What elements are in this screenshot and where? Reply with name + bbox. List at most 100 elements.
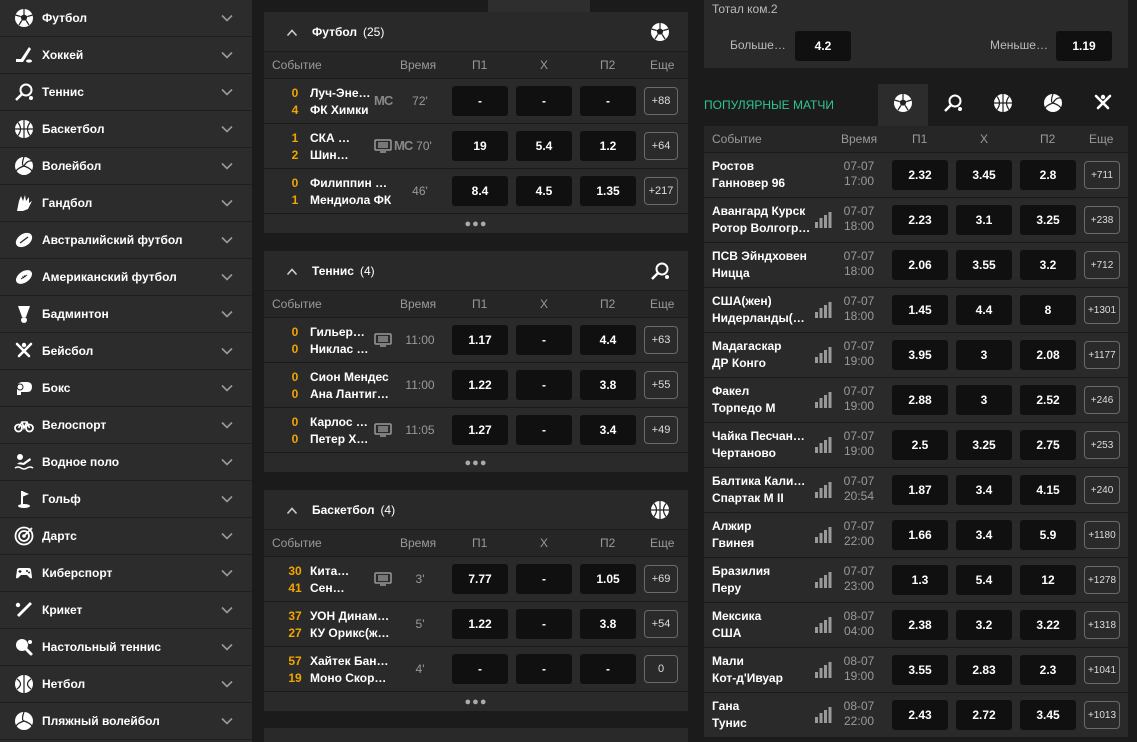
chevron-down-icon[interactable] [220,307,234,321]
popular-match-row[interactable]: Авангард Курск Ротор Волгоград 07-07 18:00 2… [704,197,1128,242]
odd-p1-button[interactable]: 7.77 [452,564,508,594]
odd-x-button[interactable]: - [516,325,572,355]
match-teams[interactable]: Ростов Ганновер 96 [712,158,834,192]
odd-p2-button[interactable]: - [580,654,636,684]
match-teams[interactable]: Балтика Кали… Спартак М II [712,473,812,507]
more-markets-button[interactable]: +63 [644,326,678,354]
popular-match-row[interactable]: Чайка Песчан… Чертаново 07-07 19:00 2.5 3.25 2… [704,422,1128,467]
section-header[interactable]: Баскетбол (4) [264,490,688,530]
chevron-down-icon[interactable] [220,196,234,210]
more-markets-button[interactable]: +1278 [1084,566,1120,594]
odd-p2-button[interactable]: 3.8 [580,370,636,400]
odd-x-button[interactable]: 3 [956,340,1012,370]
statistics-icon[interactable] [814,527,832,543]
odd-p1-button[interactable]: 2.06 [892,250,948,280]
odd-p2-button[interactable]: 2.3 [1020,655,1076,685]
odd-x-button[interactable]: 3 [956,385,1012,415]
odd-x-button[interactable]: 2.83 [956,655,1012,685]
match-teams[interactable]: УОН Динам… КУ Орикс(ж… [310,608,396,642]
odd-x-button[interactable]: - [516,609,572,639]
popular-match-row[interactable]: Алжир Гвинея 07-07 22:00 1.66 3.4 5.9 +1180 [704,512,1128,557]
match-teams[interactable]: Мексика США [712,608,812,642]
odd-p1-button[interactable]: 1.66 [892,520,948,550]
odd-p1-button[interactable]: 1.22 [452,609,508,639]
collapse-caret-icon[interactable] [286,504,298,516]
odd-x-button[interactable]: 2.72 [956,700,1012,730]
sidebar-item[interactable]: Теннис [0,74,252,111]
match-row[interactable]: 0 0 Карлос … Петер Х… 11:05 1.27-3.4 +49 [264,407,688,452]
odd-p1-button[interactable]: 1.45 [892,295,948,325]
odd-p2-button[interactable]: 1.05 [580,564,636,594]
odd-x-button[interactable]: 3.55 [956,250,1012,280]
odd-x-button[interactable]: 5.4 [516,131,572,161]
odd-p2-button[interactable]: 12 [1020,565,1076,595]
popular-match-row[interactable]: Гана Тунис 08-07 22:00 2.43 2.72 3.45 +1013 [704,692,1128,737]
more-markets-button[interactable]: +54 [644,610,678,638]
match-row[interactable]: 37 27 УОН Динам… КУ Орикс(ж… 5' 1.22-3.8 +54 [264,601,688,646]
match-row[interactable]: 0 1 Филиппин … Мендиола ФК 46' 8.4 4.5 1.35 +217 [264,168,688,213]
match-teams[interactable]: Кита… Сен… [310,563,374,597]
match-teams[interactable]: США(жен) Нидерланды(… [712,293,812,327]
match-teams[interactable]: Бразилия Перу [712,563,812,597]
chevron-down-icon[interactable] [220,677,234,691]
statistics-icon[interactable] [814,437,832,453]
more-markets-button[interactable]: +69 [644,565,678,593]
odd-x-button[interactable]: 5.4 [956,565,1012,595]
chevron-down-icon[interactable] [220,455,234,469]
odd-p1-button[interactable]: 2.5 [892,430,948,460]
more-markets-button[interactable]: +1013 [1084,701,1120,729]
collapse-caret-icon[interactable] [286,265,298,277]
odd-x-button[interactable]: - [516,654,572,684]
sidebar-item[interactable]: Бокс [0,370,252,407]
odd-p1-button[interactable]: 2.38 [892,610,948,640]
odd-x-button[interactable]: 4.4 [956,295,1012,325]
odd-x-button[interactable]: - [516,564,572,594]
section-header[interactable]: Теннис (4) [264,251,688,291]
more-markets-button[interactable]: +1301 [1084,296,1120,324]
odd-p1-button[interactable]: 2.43 [892,700,948,730]
odd-p2-button[interactable]: 2.52 [1020,385,1076,415]
more-markets-button[interactable]: +88 [644,87,678,115]
statistics-icon[interactable] [814,302,832,318]
chevron-down-icon[interactable] [220,418,234,432]
odd-p2-button[interactable]: 1.35 [580,176,636,206]
statistics-icon[interactable] [814,347,832,363]
match-teams[interactable]: ПСВ Эйндховен Ницца [712,248,834,282]
sidebar-item[interactable]: Австралийский футбол [0,222,252,259]
odd-p2-button[interactable]: 2.08 [1020,340,1076,370]
chevron-down-icon[interactable] [220,11,234,25]
statistics-icon[interactable] [814,662,832,678]
more-markets-button[interactable]: 0 [644,655,678,683]
popular-tab-tennis-racket[interactable] [928,84,978,126]
chevron-down-icon[interactable] [220,85,234,99]
odd-p1-button[interactable]: 1.22 [452,370,508,400]
more-markets-button[interactable]: +217 [644,177,678,205]
odd-p2-button[interactable]: 3.25 [1020,205,1076,235]
odd-x-button[interactable]: - [516,370,572,400]
more-markets-button[interactable]: +1180 [1084,521,1120,549]
odd-p1-button[interactable]: 1.17 [452,325,508,355]
match-teams[interactable]: Мали Кот-д'Ивуар [712,653,812,687]
sidebar-item[interactable]: Бейсбол [0,333,252,370]
live-tv-icon[interactable] [374,333,392,347]
more-markets-button[interactable]: +1318 [1084,611,1120,639]
odd-p2-button[interactable]: 1.2 [580,131,636,161]
popular-match-row[interactable]: Ростов Ганновер 96 07-07 17:00 2.32 3.45 2.8 +7… [704,152,1128,197]
more-markets-button[interactable]: +55 [644,371,678,399]
odd-p1-button[interactable]: 2.23 [892,205,948,235]
match-row[interactable]: 0 0 Гильер… Никлас … 11:00 1.17-4.4 +63 [264,317,688,362]
match-teams[interactable]: Филиппин … Мендиола ФК [310,175,396,209]
odd-p2-button[interactable]: 4.4 [580,325,636,355]
popular-match-row[interactable]: Мадагаскар ДР Конго 07-07 19:00 3.95 3 2.08 +11… [704,332,1128,377]
match-teams[interactable]: Авангард Курск Ротор Волгоград [712,203,812,237]
odd-x-button[interactable]: 3.4 [956,475,1012,505]
odd-p2-button[interactable]: 3.2 [1020,250,1076,280]
chevron-down-icon[interactable] [220,270,234,284]
sidebar-item[interactable]: Пляжный волейбол [0,703,252,740]
total-over-odd[interactable]: 4.2 [795,31,851,61]
match-teams[interactable]: Гана Тунис [712,698,812,732]
chevron-down-icon[interactable] [220,714,234,728]
chevron-down-icon[interactable] [220,566,234,580]
more-markets-button[interactable]: +711 [1084,161,1120,189]
statistics-icon[interactable] [814,482,832,498]
